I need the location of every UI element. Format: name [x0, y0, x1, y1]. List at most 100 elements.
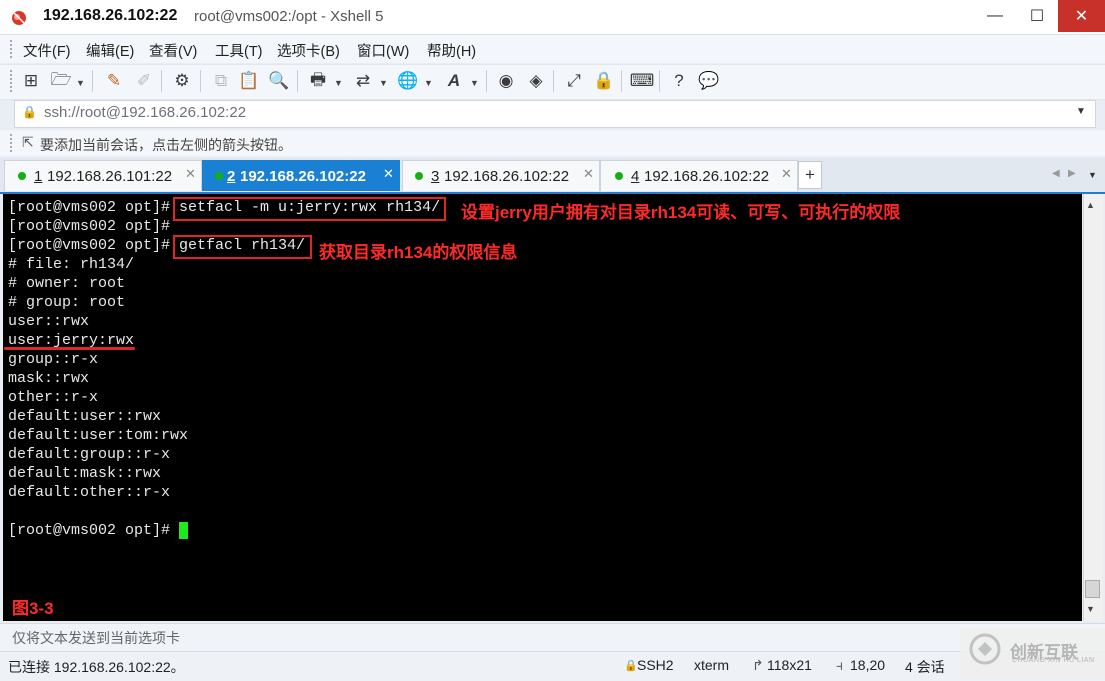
scrollbar-thumb[interactable]	[1085, 580, 1100, 598]
print-dropdown-icon[interactable]: ▼	[334, 78, 343, 88]
status-dot-icon	[18, 172, 26, 180]
tab-label: 192.168.26.102:22	[644, 168, 770, 185]
lock-icon: 🔒	[624, 660, 638, 672]
paste-icon[interactable]: 📋	[238, 70, 260, 92]
figure-label: 图3-3	[12, 599, 54, 618]
disconnect-icon[interactable]: ✐	[133, 70, 155, 92]
status-dot-icon	[215, 172, 223, 180]
scroll-down-icon[interactable]: ▼	[1086, 604, 1095, 614]
keyboard-icon[interactable]: ⌨	[630, 70, 655, 92]
connection-status: 已连接 192.168.26.102:22。	[8, 659, 185, 675]
toolbar-separator	[621, 70, 622, 92]
highlight-underline	[4, 347, 135, 350]
tab-close-icon[interactable]: ✕	[383, 166, 394, 182]
hint-grip	[10, 134, 14, 152]
close-button[interactable]: ✕	[1058, 0, 1105, 32]
tab-number: 4	[631, 168, 640, 185]
terminal-line: [root@vms002 opt]#	[8, 218, 171, 235]
chat-icon[interactable]: 💬	[698, 70, 720, 92]
tab-session-2[interactable]: 2 192.168.26.102:22 ✕	[202, 160, 400, 191]
copy-icon[interactable]: ⧉	[210, 70, 232, 92]
toolbar-separator	[92, 70, 93, 92]
session-count-status: 4 会话	[905, 659, 945, 675]
watermark-logo-icon	[969, 633, 1001, 665]
terminal-line: mask::rwx	[8, 370, 90, 387]
cursor-position-status: 18,20	[850, 657, 886, 673]
terminal-screen[interactable]: [root@vms002 opt]# setfacl -m u:jerry:rw…	[3, 194, 1082, 621]
toolbar-separator	[486, 70, 487, 92]
compose-input[interactable]: 仅将文本发送到当前选项卡	[12, 628, 180, 648]
xshell-app-icon[interactable]	[10, 8, 28, 26]
tab-label: 192.168.26.102:22	[444, 168, 570, 185]
command-highlight-box	[173, 197, 446, 221]
terminal-line: # file: rh134/	[8, 256, 135, 273]
terminal-line: # group: root	[8, 294, 126, 311]
menu-tools[interactable]: 工具(T)	[215, 40, 263, 61]
font-icon[interactable]: A	[443, 70, 465, 92]
command-highlight-box	[173, 235, 312, 259]
menu-help[interactable]: 帮助(H)	[427, 40, 476, 61]
fullscreen-icon[interactable]: ⤢	[563, 70, 585, 92]
terminal-line: default:user:tom:rwx	[8, 427, 189, 444]
tab-menu-icon[interactable]: ▼	[1088, 170, 1097, 180]
print-icon[interactable]: 🖶	[307, 70, 329, 92]
tab-close-icon[interactable]: ✕	[781, 166, 792, 182]
script-icon[interactable]: ◈	[525, 70, 547, 92]
menu-tabs[interactable]: 选项卡(B)	[277, 40, 340, 61]
terminal-cursor	[179, 522, 188, 539]
terminal-line: default:group::r-x	[8, 446, 171, 463]
transfer-dropdown-icon[interactable]: ▼	[379, 78, 388, 88]
vertical-scrollbar[interactable]	[1083, 194, 1103, 621]
lock-icon: 🔒	[22, 105, 37, 119]
maximize-button[interactable]: ☐	[1014, 0, 1060, 32]
open-folder-icon[interactable]: 🗁	[50, 70, 72, 92]
tab-scroll-left-icon[interactable]: ◀	[1052, 168, 1060, 179]
address-input[interactable]: ssh://root@192.168.26.102:22	[44, 104, 246, 121]
globe-icon[interactable]: 🌐	[397, 70, 419, 92]
resize-icon: ↱	[752, 657, 764, 673]
tab-session-3[interactable]: 3 192.168.26.102:22 ✕	[402, 160, 600, 191]
tab-close-icon[interactable]: ✕	[583, 166, 594, 182]
toolbar-separator	[297, 70, 298, 92]
connect-icon[interactable]: ✎	[103, 70, 125, 92]
properties-icon[interactable]: ⚙	[171, 70, 193, 92]
address-dropdown-icon[interactable]: ▼	[1076, 106, 1086, 117]
protocol-status: SSH2	[637, 657, 674, 673]
tab-session-4[interactable]: 4 192.168.26.102:22 ✕	[600, 160, 798, 191]
watermark-subtext: CHUANG XIN HU LIAN	[1012, 657, 1095, 664]
annotation-setfacl: 设置jerry用户拥有对目录rh134可读、可写、可执行的权限	[461, 203, 901, 222]
terminal-line: default:other::r-x	[8, 484, 171, 501]
tab-number: 3	[431, 168, 440, 185]
tab-close-icon[interactable]: ✕	[185, 166, 196, 182]
toolbar-grip	[10, 70, 14, 92]
window-title-host: 192.168.26.102:22	[43, 7, 178, 24]
terminal-line: # owner: root	[8, 275, 126, 292]
font-dropdown-icon[interactable]: ▼	[470, 78, 479, 88]
menu-view[interactable]: 查看(V)	[149, 40, 197, 61]
tab-scroll-right-icon[interactable]: ▶	[1068, 168, 1076, 179]
menu-file[interactable]: 文件(F)	[23, 40, 71, 61]
new-session-icon[interactable]: ⊞	[20, 70, 42, 92]
bookmark-arrow-icon[interactable]: ⇱	[22, 134, 34, 151]
toolbar-separator	[553, 70, 554, 92]
annotation-getfacl: 获取目录rh134的权限信息	[319, 243, 518, 262]
lock-icon[interactable]: 🔒	[593, 70, 615, 92]
scroll-up-icon[interactable]: ▲	[1086, 200, 1095, 210]
help-icon[interactable]: ?	[668, 70, 690, 92]
add-tab-button[interactable]: +	[798, 161, 822, 189]
terminal-line: group::r-x	[8, 351, 99, 368]
toolbar-separator	[659, 70, 660, 92]
window-title: root@vms002:/opt - Xshell 5	[194, 8, 384, 25]
xftp-icon[interactable]: ◉	[495, 70, 517, 92]
menu-window[interactable]: 窗口(W)	[357, 40, 409, 61]
globe-dropdown-icon[interactable]: ▼	[424, 78, 433, 88]
find-icon[interactable]: 🔍	[268, 70, 290, 92]
status-dot-icon	[615, 172, 623, 180]
menu-edit[interactable]: 编辑(E)	[86, 40, 134, 61]
toolbar-separator	[161, 70, 162, 92]
minimize-button[interactable]: —	[972, 0, 1018, 32]
transfer-icon[interactable]: ⇄	[352, 70, 374, 92]
tab-session-1[interactable]: 1 192.168.26.101:22 ✕	[4, 160, 202, 191]
session-hint-text: 要添加当前会话，点击左侧的箭头按钮。	[40, 137, 292, 153]
open-dropdown-icon[interactable]: ▼	[76, 78, 85, 88]
